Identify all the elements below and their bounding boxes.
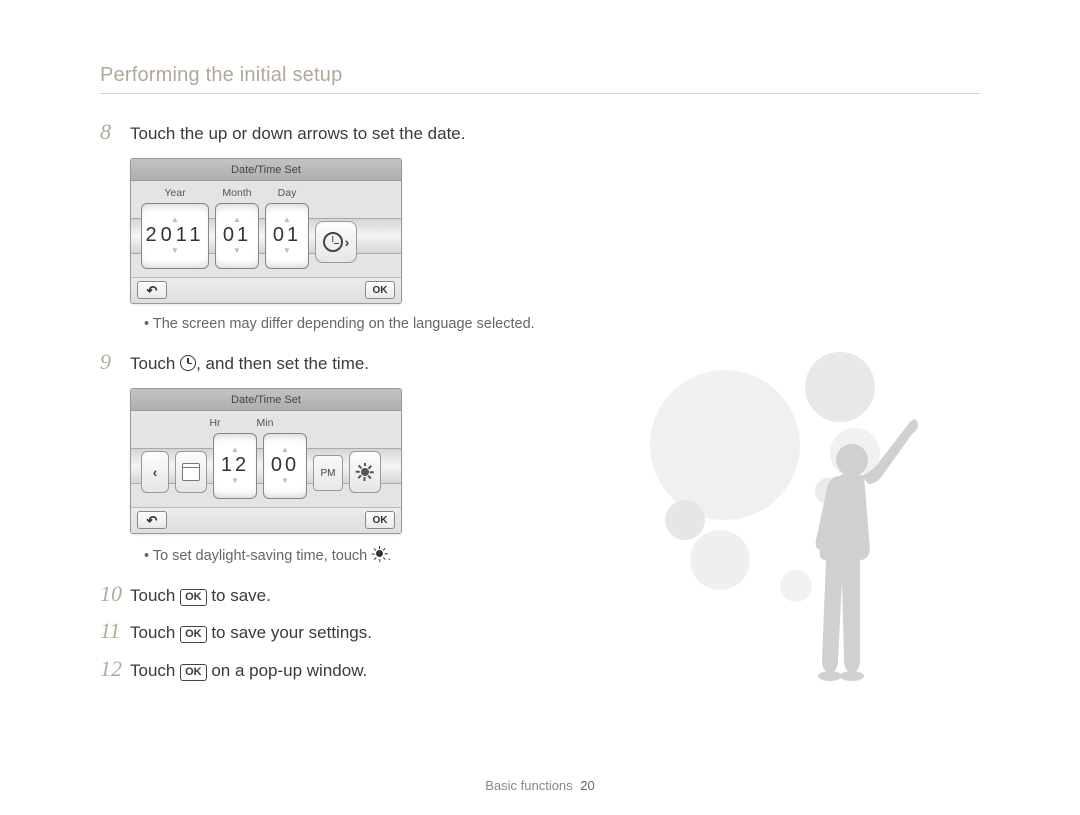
hour-value: 12 — [221, 454, 249, 477]
minute-value: 00 — [271, 454, 299, 477]
minute-spinner[interactable]: ▲ 00 ▼ — [263, 433, 307, 499]
ok-button[interactable]: OK — [365, 511, 395, 529]
day-spinner[interactable]: ▲ 01 ▼ — [265, 203, 309, 269]
column-labels: Year Month Day — [141, 187, 391, 199]
year-spinner[interactable]: ▲ 2011 ▼ — [141, 203, 209, 269]
clock-icon — [323, 232, 343, 252]
date-time-set-time-screen: Date/Time Set Hr Min ‹ ▲ 12 ▼ — [130, 388, 402, 534]
calendar-icon — [182, 463, 200, 481]
page-footer: Basic functions 20 — [0, 778, 1080, 793]
back-button[interactable]: ↶ — [137, 281, 167, 299]
column-labels: Hr Min — [141, 417, 391, 429]
day-value: 01 — [273, 224, 301, 247]
ok-label-icon: OK — [180, 626, 207, 643]
step-11: 11 Touch OK to save your settings. — [100, 619, 990, 645]
ok-label-icon: OK — [180, 664, 207, 681]
step-text: Touch OK to save. — [130, 582, 271, 608]
screen-title: Date/Time Set — [131, 159, 401, 181]
step-text: Touch the up or down arrows to set the d… — [130, 120, 465, 146]
back-icon: ↶ — [147, 514, 158, 527]
step-number: 12 — [100, 657, 130, 681]
decorative-illustration — [640, 360, 960, 700]
note-dst: To set daylight-saving time, touch . — [144, 546, 990, 564]
year-value: 2011 — [145, 224, 204, 247]
step-12: 12 Touch OK on a pop-up window. — [100, 657, 990, 683]
screen-title: Date/Time Set — [131, 389, 401, 411]
min-label: Min — [243, 417, 287, 429]
hr-label: Hr — [193, 417, 237, 429]
back-icon: ↶ — [147, 284, 158, 297]
step-text: Touch OK on a pop-up window. — [130, 657, 367, 683]
sun-icon — [371, 546, 387, 562]
hour-spinner[interactable]: ▲ 12 ▼ — [213, 433, 257, 499]
chevron-right-icon: › — [345, 234, 350, 250]
chevron-left-icon: ‹ — [153, 464, 158, 480]
step-text: Touch , and then set the time. — [130, 350, 369, 376]
goto-date-button[interactable]: ‹ — [141, 451, 169, 493]
clock-icon — [180, 355, 196, 371]
step-number: 8 — [100, 120, 130, 144]
calendar-button[interactable] — [175, 451, 207, 493]
section-title: Performing the initial setup — [100, 64, 990, 87]
ok-label-icon: OK — [180, 589, 207, 606]
month-value: 01 — [223, 224, 251, 247]
goto-time-button[interactable]: › — [315, 221, 357, 263]
date-time-set-date-screen: Date/Time Set Year Month Day ▲ 2011 ▼ ▲ … — [130, 158, 402, 304]
note-language: The screen may differ depending on the l… — [144, 316, 990, 332]
step-text: Touch OK to save your settings. — [130, 619, 372, 645]
month-spinner[interactable]: ▲ 01 ▼ — [215, 203, 259, 269]
step-number: 10 — [100, 582, 130, 606]
ok-button[interactable]: OK — [365, 281, 395, 299]
step-number: 9 — [100, 350, 130, 374]
day-label: Day — [265, 187, 309, 199]
dst-button[interactable] — [349, 451, 381, 493]
step-9: 9 Touch , and then set the time. — [100, 350, 990, 376]
ampm-toggle[interactable]: PM — [313, 455, 343, 491]
footer-label: Basic functions — [485, 778, 572, 793]
page-number: 20 — [580, 778, 594, 793]
year-label: Year — [141, 187, 209, 199]
step-10: 10 Touch OK to save. — [100, 582, 990, 608]
divider — [100, 93, 980, 94]
step-8: 8 Touch the up or down arrows to set the… — [100, 120, 990, 146]
back-button[interactable]: ↶ — [137, 511, 167, 529]
step-number: 11 — [100, 619, 130, 643]
sun-icon — [356, 463, 374, 481]
month-label: Month — [215, 187, 259, 199]
